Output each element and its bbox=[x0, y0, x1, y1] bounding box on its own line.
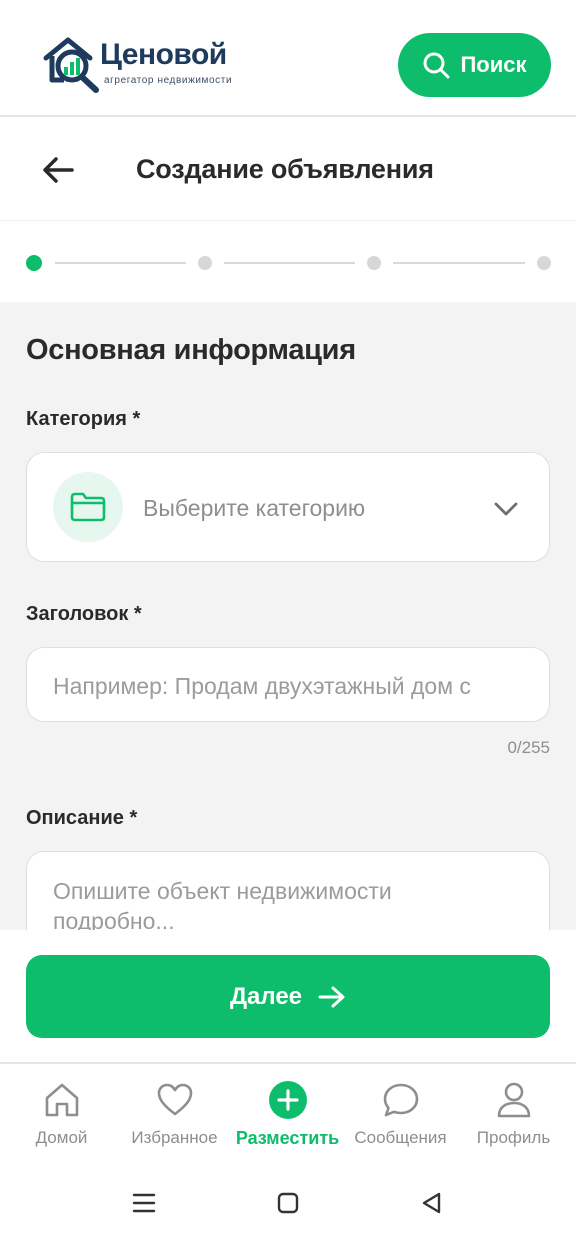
brand-logo[interactable]: Ценовой агрегатор недвижимости bbox=[42, 34, 242, 94]
tab-home[interactable]: Домой bbox=[4, 1080, 119, 1160]
category-placeholder: Выберите категорию bbox=[143, 495, 366, 521]
title-input[interactable]: Например: Продам двухэтажный дом с bbox=[26, 647, 550, 722]
step-connector-3 bbox=[393, 262, 525, 264]
form-footer: Далее bbox=[0, 930, 576, 1064]
tab-messages-label: Сообщения bbox=[354, 1128, 447, 1147]
tab-post[interactable]: Разместить bbox=[230, 1080, 345, 1160]
step-dot-3 bbox=[367, 256, 381, 270]
back-button[interactable] bbox=[40, 152, 76, 188]
back-system-button[interactable] bbox=[416, 1188, 446, 1218]
chat-icon bbox=[383, 1083, 418, 1117]
bottom-tab-bar: Домой Избранное Разместить Сообщения Про… bbox=[0, 1066, 576, 1166]
heart-icon bbox=[157, 1083, 192, 1116]
step-dot-1 bbox=[26, 255, 42, 271]
app-header: Ценовой агрегатор недвижимости Поиск bbox=[0, 0, 576, 117]
page-title: Создание объявления bbox=[136, 154, 434, 184]
recent-apps-button[interactable] bbox=[129, 1188, 159, 1218]
logo-title: Ценовой bbox=[100, 38, 227, 71]
search-icon bbox=[423, 52, 450, 79]
tab-favorites-label: Избранное bbox=[131, 1128, 218, 1147]
tab-messages[interactable]: Сообщения bbox=[343, 1080, 458, 1160]
description-label: Описание * bbox=[26, 807, 138, 829]
progress-stepper bbox=[0, 222, 576, 302]
tab-profile-label: Профиль bbox=[476, 1128, 551, 1147]
logo-subtitle: агрегатор недвижимости bbox=[104, 75, 233, 86]
step-dot-4 bbox=[537, 256, 551, 270]
chevron-down-icon bbox=[494, 502, 518, 516]
description-textarea[interactable]: Опишите объект недвижимости подробно... bbox=[26, 851, 550, 930]
next-button[interactable]: Далее bbox=[26, 955, 550, 1038]
home-system-button[interactable] bbox=[273, 1188, 303, 1218]
triangle-back-icon bbox=[422, 1192, 441, 1214]
search-button-label: Поиск bbox=[460, 52, 527, 77]
title-label: Заголовок * bbox=[26, 603, 142, 625]
step-dot-2 bbox=[198, 256, 212, 270]
category-label: Категория * bbox=[26, 408, 141, 430]
page-titlebar: Создание объявления bbox=[0, 119, 576, 221]
title-char-counter: 0/255 bbox=[507, 738, 550, 757]
title-placeholder: Например: Продам двухэтажный дом с bbox=[53, 673, 471, 699]
home-icon bbox=[45, 1083, 78, 1117]
user-icon bbox=[497, 1082, 530, 1118]
section-title: Основная информация bbox=[26, 334, 356, 366]
step-connector-2 bbox=[224, 262, 355, 264]
plus-circle-icon bbox=[268, 1081, 307, 1119]
category-select[interactable]: Выберите категорию bbox=[26, 452, 550, 562]
next-button-label: Далее bbox=[229, 982, 303, 1010]
form-content: Основная информация Категория * Выберите… bbox=[0, 302, 576, 930]
tab-favorites[interactable]: Избранное bbox=[117, 1080, 232, 1160]
step-connector-1 bbox=[55, 262, 186, 264]
description-placeholder: Опишите объект недвижимости подробно... bbox=[53, 878, 392, 930]
arrow-left-icon bbox=[43, 157, 74, 183]
tab-post-label: Разместить bbox=[235, 1128, 340, 1148]
folder-icon bbox=[70, 492, 106, 522]
square-icon bbox=[277, 1192, 299, 1214]
tab-home-label: Домой bbox=[35, 1128, 88, 1147]
house-chart-logo-icon bbox=[43, 37, 99, 93]
folder-icon-wrap bbox=[53, 472, 123, 542]
tab-profile[interactable]: Профиль bbox=[456, 1080, 571, 1160]
arrow-right-icon bbox=[318, 986, 345, 1007]
system-navigation-bar bbox=[0, 1166, 576, 1240]
search-button[interactable]: Поиск bbox=[398, 33, 551, 97]
menu-lines-icon bbox=[132, 1193, 156, 1213]
